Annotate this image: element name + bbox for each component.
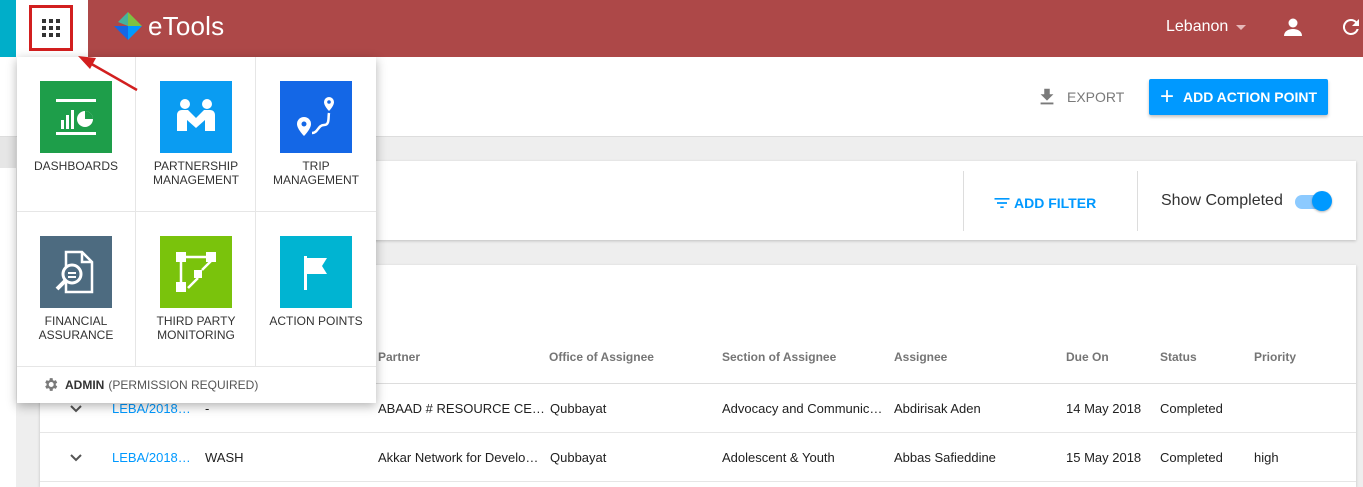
top-header: eTools Lebanon	[0, 0, 1363, 57]
row-partner: ABAAD # RESOURCE CE…	[378, 401, 545, 416]
gear-icon	[45, 378, 58, 391]
row-office: Qubbayat	[550, 401, 607, 416]
map-route-icon	[280, 81, 352, 153]
profile-icon[interactable]	[1281, 15, 1305, 39]
row-section: Adolescent & Youth	[722, 450, 835, 465]
app-tile-label: PARTNERSHIP MANAGEMENT	[152, 159, 239, 187]
app-tile-financial-assurance[interactable]: FINANCIAL ASSURANCE	[16, 212, 136, 367]
app-tile-partnership-management[interactable]: PARTNERSHIP MANAGEMENT	[136, 57, 256, 212]
add-action-point-button[interactable]: + ADD ACTION POINT	[1149, 79, 1328, 115]
country-selector[interactable]: Lebanon	[1166, 18, 1247, 36]
column-header-section[interactable]: Section of Assignee	[722, 350, 836, 364]
filter-divider	[1137, 171, 1138, 231]
column-header-priority[interactable]: Priority	[1254, 350, 1296, 364]
export-label: EXPORT	[1067, 89, 1125, 105]
apps-menu-button[interactable]	[29, 5, 73, 51]
workflow-icon	[160, 236, 232, 308]
row-due-on: 15 May 2018	[1066, 450, 1142, 465]
app-name: eTools	[148, 10, 225, 41]
flag-icon	[280, 236, 352, 308]
app-logo[interactable]: eTools	[112, 10, 224, 42]
row-status: Completed	[1160, 401, 1223, 416]
download-icon	[1040, 88, 1054, 105]
grid-apps-icon	[42, 19, 60, 37]
country-name: Lebanon	[1166, 18, 1229, 35]
column-header-partner[interactable]: Partner	[378, 350, 420, 364]
row-status: Completed	[1160, 450, 1223, 465]
app-tile-dashboards[interactable]: DASHBOARDS	[16, 57, 136, 212]
app-tile-label: DASHBOARDS	[33, 159, 119, 173]
row-divider	[40, 432, 1356, 433]
admin-permission-note: (PERMISSION REQUIRED)	[108, 377, 259, 392]
nav-accent-strip	[0, 0, 16, 57]
show-completed-label: Show Completed	[1161, 192, 1283, 209]
chevron-down-icon	[1236, 24, 1247, 30]
column-header-status[interactable]: Status	[1160, 350, 1197, 364]
row-assignee: Abbas Safieddine	[894, 450, 996, 465]
expand-row-chevron-icon[interactable]	[68, 450, 84, 466]
add-filter-button[interactable]: ADD FILTER	[992, 193, 1096, 213]
row-sector: -	[205, 401, 210, 416]
row-sector: WASH	[205, 450, 244, 465]
app-tile-third-party-monitoring[interactable]: THIRD PARTY MONITORING	[136, 212, 256, 367]
toggle-knob	[1312, 191, 1332, 211]
row-section: Advocacy and Communic…	[722, 401, 883, 416]
app-switcher-menu: DASHBOARDS PARTNERSHIP MANAGEMENT TRIP M…	[17, 57, 376, 403]
app-tile-label: TRIP MANAGEMENT	[272, 159, 359, 187]
document-search-icon	[40, 236, 112, 308]
admin-label: ADMIN	[65, 377, 105, 392]
column-header-assignee[interactable]: Assignee	[894, 350, 947, 364]
dashboard-chart-icon	[40, 81, 112, 153]
add-filter-label: ADD FILTER	[1014, 195, 1097, 211]
app-tile-label: FINANCIAL ASSURANCE	[38, 314, 114, 342]
row-reference-link[interactable]: LEBA/2018…	[112, 450, 191, 465]
app-tile-trip-management[interactable]: TRIP MANAGEMENT	[256, 57, 376, 212]
show-completed-toggle[interactable]	[1295, 191, 1333, 211]
row-partner: Akkar Network for Develo…	[378, 450, 539, 465]
filter-list-icon	[994, 198, 1010, 208]
row-reference-link[interactable]: LEBA/2018…	[112, 401, 191, 416]
row-due-on: 14 May 2018	[1066, 401, 1142, 416]
row-divider	[40, 481, 1356, 482]
export-button[interactable]: EXPORT	[1036, 86, 1124, 108]
row-assignee: Abdirisak Aden	[894, 401, 981, 416]
filter-divider	[963, 171, 964, 231]
expand-row-chevron-icon[interactable]	[68, 401, 84, 417]
column-header-due-on[interactable]: Due On	[1066, 350, 1109, 364]
app-tile-label: ACTION POINTS	[269, 314, 363, 328]
row-priority: high	[1254, 450, 1279, 465]
row-office: Qubbayat	[550, 450, 607, 465]
refresh-icon[interactable]	[1339, 15, 1363, 39]
etools-logo-icon	[114, 12, 142, 40]
plus-icon: +	[1159, 83, 1174, 110]
add-action-point-label: ADD ACTION POINT	[1182, 89, 1318, 105]
app-tile-label: THIRD PARTY MONITORING	[156, 314, 236, 342]
admin-menu-item[interactable]: ADMIN (PERMISSION REQUIRED)	[42, 376, 258, 393]
column-header-office[interactable]: Office of Assignee	[549, 350, 654, 364]
app-tile-action-points[interactable]: ACTION POINTS	[256, 212, 376, 367]
handshake-icon	[160, 81, 232, 153]
